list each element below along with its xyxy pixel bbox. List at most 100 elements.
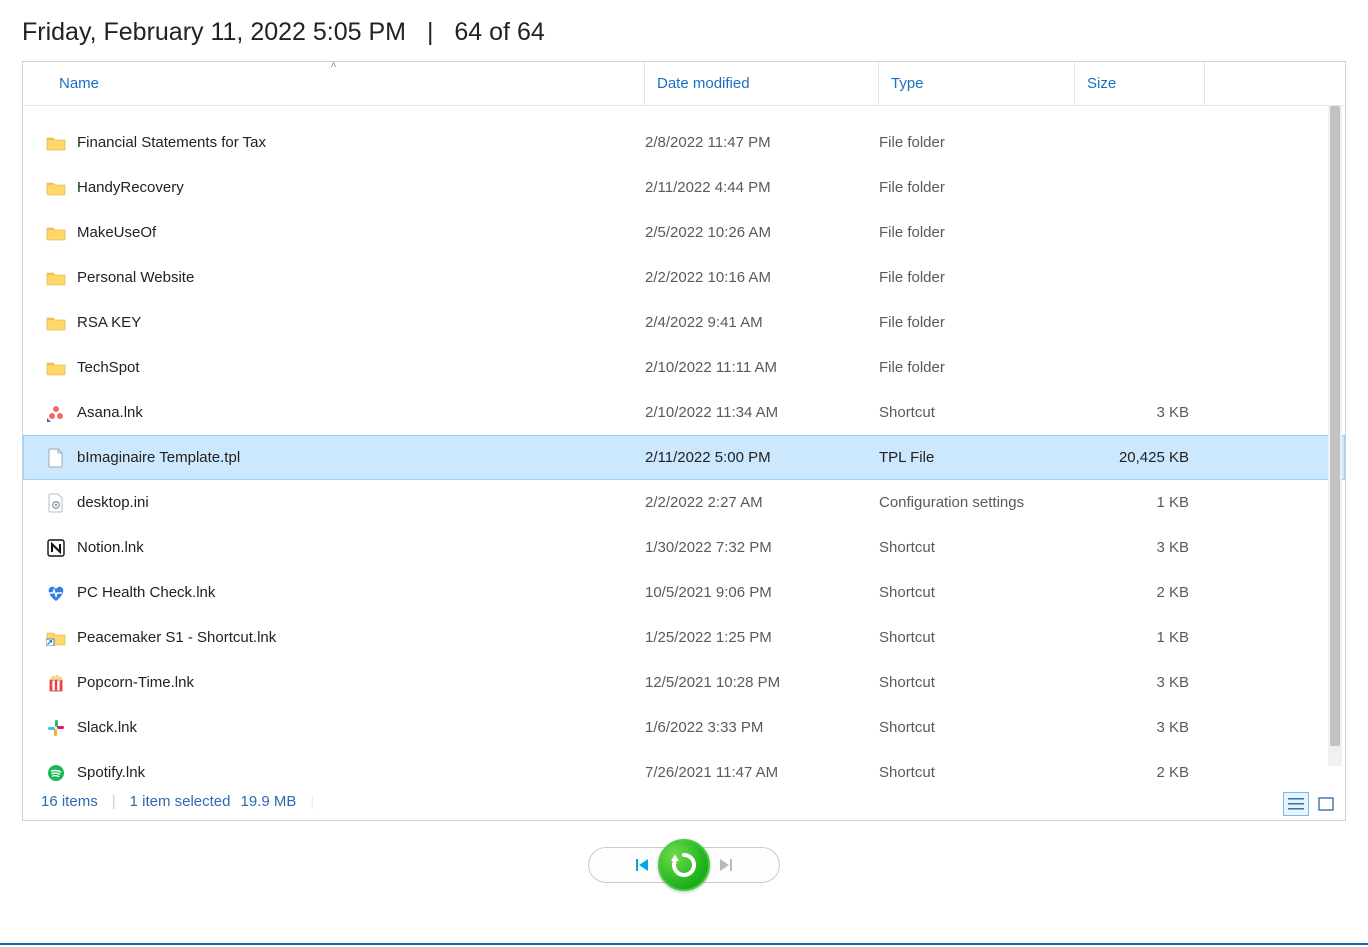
file-name: TechSpot (77, 359, 645, 376)
column-size-label: Size (1087, 75, 1116, 92)
column-header: ˄ Name Date modified Type Size (23, 62, 1345, 106)
header-divider: | (427, 18, 434, 46)
file-row[interactable]: RSA KEY2/4/2022 9:41 AMFile folder (23, 300, 1345, 345)
file-name: MakeUseOf (77, 224, 645, 241)
file-date: 2/10/2022 11:34 AM (645, 404, 879, 421)
file-date: 2/11/2022 5:00 PM (645, 449, 879, 466)
file-date: 2/11/2022 4:44 PM (645, 179, 879, 196)
scrollbar-thumb[interactable] (1330, 106, 1340, 746)
file-type: Shortcut (879, 584, 1075, 601)
history-datetime: Friday, February 11, 2022 5:05 PM (22, 18, 406, 46)
file-row[interactable]: bImaginaire Template.tpl2/11/2022 5:00 P… (23, 435, 1345, 480)
column-size[interactable]: Size (1075, 62, 1205, 105)
file-size: 1 KB (1075, 494, 1203, 511)
large-icons-view-button[interactable] (1313, 792, 1339, 816)
file-type: File folder (879, 314, 1075, 331)
skip-previous-icon (635, 858, 651, 872)
status-selection-size: 19.9 MB (241, 793, 297, 810)
file-type: File folder (879, 269, 1075, 286)
file-type: Shortcut (879, 629, 1075, 646)
file-row[interactable]: desktop.ini2/2/2022 2:27 AMConfiguration… (23, 480, 1345, 525)
config-icon (43, 493, 69, 513)
history-header: Friday, February 11, 2022 5:05 PM | 64 o… (0, 0, 1368, 61)
file-size: 3 KB (1075, 719, 1203, 736)
view-switcher (1283, 792, 1339, 816)
folder-icon (43, 135, 69, 151)
sort-ascending-icon: ˄ (331, 60, 337, 71)
slack-icon (43, 719, 69, 737)
file-date: 2/2/2022 2:27 AM (645, 494, 879, 511)
column-type-label: Type (891, 75, 924, 92)
foldershortcut-icon (43, 630, 69, 646)
restore-icon (669, 850, 699, 880)
restore-button[interactable] (658, 839, 710, 891)
column-date-modified[interactable]: Date modified (645, 62, 879, 105)
file-name: Slack.lnk (77, 719, 645, 736)
folder-icon (43, 360, 69, 376)
next-version-button[interactable] (700, 847, 780, 883)
status-selection: 1 item selected (130, 793, 231, 810)
file-name: Personal Website (77, 269, 645, 286)
file-type: Shortcut (879, 719, 1075, 736)
folder-icon (43, 315, 69, 331)
file-row[interactable]: HandyRecovery2/11/2022 4:44 PMFile folde… (23, 165, 1345, 210)
file-type: File folder (879, 179, 1075, 196)
file-date: 2/5/2022 10:26 AM (645, 224, 879, 241)
file-row[interactable]: Financial Statements for Tax2/8/2022 11:… (23, 120, 1345, 165)
folder-icon (43, 270, 69, 286)
file-type: Shortcut (879, 539, 1075, 556)
file-name: RSA KEY (77, 314, 645, 331)
file-type: Shortcut (879, 764, 1075, 781)
asana-icon (43, 404, 69, 422)
pchealth-icon (43, 584, 69, 602)
file-date: 1/25/2022 1:25 PM (645, 629, 879, 646)
file-date: 2/10/2022 11:11 AM (645, 359, 879, 376)
file-row[interactable]: Personal Website2/2/2022 10:16 AMFile fo… (23, 255, 1345, 300)
file-type: File folder (879, 134, 1075, 151)
file-date: 7/26/2021 11:47 AM (645, 764, 879, 781)
file-row[interactable]: TechSpot2/10/2022 11:11 AMFile folder (23, 345, 1345, 390)
file-date: 2/4/2022 9:41 AM (645, 314, 879, 331)
file-row[interactable]: PC Health Check.lnk10/5/2021 9:06 PMShor… (23, 570, 1345, 615)
file-name: PC Health Check.lnk (77, 584, 645, 601)
file-list: Financial Statements for Tax2/8/2022 11:… (23, 106, 1345, 781)
large-icons-view-icon (1318, 797, 1334, 811)
file-size: 20,425 KB (1075, 449, 1203, 466)
window-bottom-border (0, 943, 1368, 945)
file-name: Notion.lnk (77, 539, 645, 556)
file-type: TPL File (879, 449, 1075, 466)
file-row[interactable]: MakeUseOf2/5/2022 10:26 AMFile folder (23, 210, 1345, 255)
popcorn-icon (43, 674, 69, 692)
file-size: 3 KB (1075, 674, 1203, 691)
column-date-label: Date modified (657, 75, 750, 92)
previous-version-button[interactable] (588, 847, 668, 883)
folder-icon (43, 180, 69, 196)
column-name[interactable]: ˄ Name (23, 62, 645, 105)
file-type: Configuration settings (879, 494, 1075, 511)
file-row[interactable]: Popcorn-Time.lnk12/5/2021 10:28 PMShortc… (23, 660, 1345, 705)
file-row[interactable]: Spotify.lnk7/26/2021 11:47 AMShortcut2 K… (23, 750, 1345, 781)
file-name: Popcorn-Time.lnk (77, 674, 645, 691)
column-type[interactable]: Type (879, 62, 1075, 105)
vertical-scrollbar[interactable] (1328, 106, 1342, 766)
file-date: 12/5/2021 10:28 PM (645, 674, 879, 691)
file-size: 1 KB (1075, 629, 1203, 646)
file-row[interactable]: Slack.lnk1/6/2022 3:33 PMShortcut3 KB (23, 705, 1345, 750)
file-size: 3 KB (1075, 539, 1203, 556)
status-bar: 16 items | 1 item selected 19.9 MB | (23, 782, 1345, 820)
status-item-count: 16 items (41, 793, 98, 810)
file-row[interactable]: Asana.lnk2/10/2022 11:34 AMShortcut3 KB (23, 390, 1345, 435)
file-row[interactable]: Notion.lnk1/30/2022 7:32 PMShortcut3 KB (23, 525, 1345, 570)
navigation-controls (0, 839, 1368, 891)
file-row[interactable]: Peacemaker S1 - Shortcut.lnk1/25/2022 1:… (23, 615, 1345, 660)
file-size: 3 KB (1075, 404, 1203, 421)
column-name-label: Name (59, 75, 99, 92)
file-name: Asana.lnk (77, 404, 645, 421)
status-separator-2: | (310, 793, 314, 810)
details-view-icon (1288, 797, 1304, 811)
details-view-button[interactable] (1283, 792, 1309, 816)
file-icon (43, 448, 69, 468)
folder-icon (43, 225, 69, 241)
file-date: 10/5/2021 9:06 PM (645, 584, 879, 601)
file-size: 2 KB (1075, 764, 1203, 781)
